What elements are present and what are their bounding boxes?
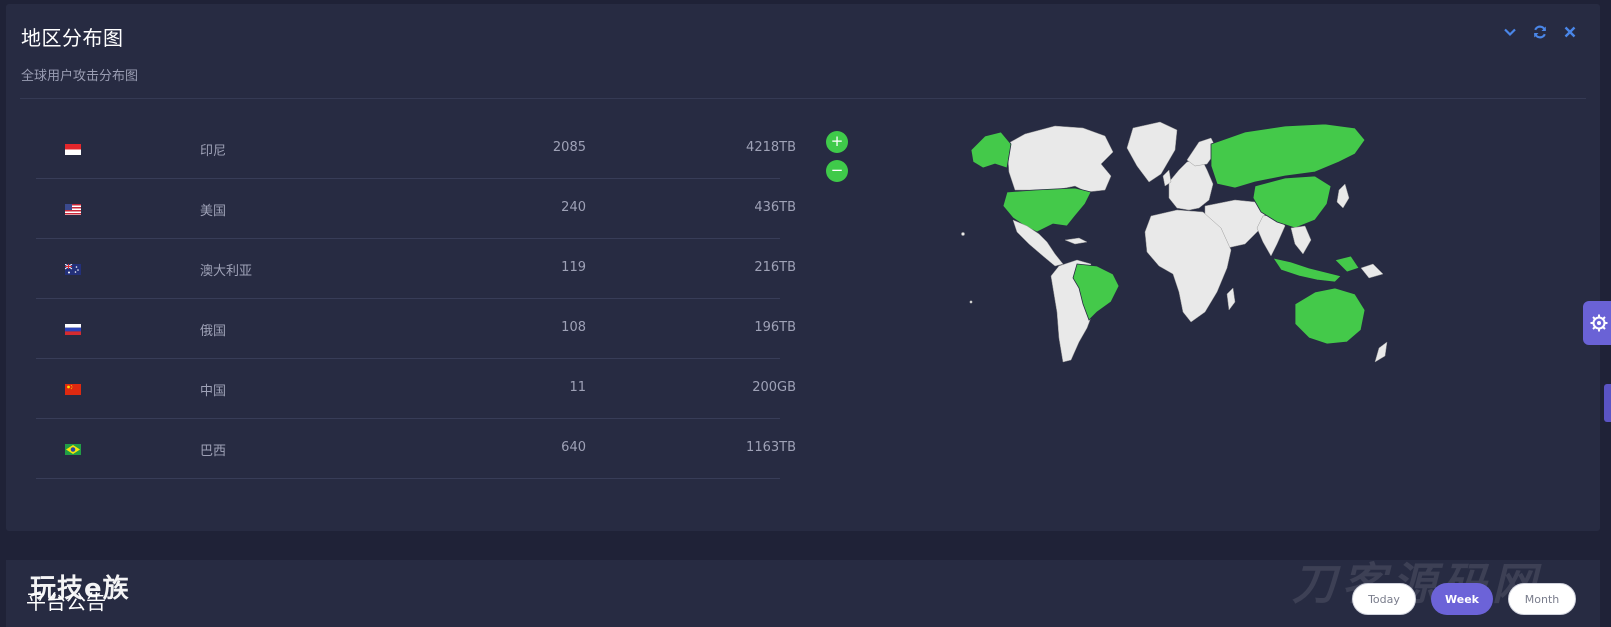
attack-count: 119 [561, 260, 586, 275]
table-row: 巴西 640 1163TB [36, 419, 796, 479]
panel-tools [1502, 24, 1578, 40]
country-name: 俄国 [200, 324, 227, 339]
map-canada [1006, 125, 1114, 193]
table-row: 俄国 108 196TB [36, 299, 796, 359]
indonesia-flag-icon [65, 144, 81, 155]
map-europe [1168, 157, 1214, 211]
settings-side-tab[interactable] [1583, 301, 1611, 345]
panel-subtitle: 全球用户攻击分布图 [21, 69, 139, 84]
usa-flag-icon [65, 204, 81, 215]
time-range-group: Today Week Month [1352, 583, 1576, 615]
country-name: 澳大利亚 [200, 264, 253, 279]
map-caribbean [1064, 237, 1088, 245]
attack-count: 240 [561, 200, 586, 215]
map-indonesia [1272, 257, 1342, 283]
australia-flag-icon [65, 264, 81, 275]
side-tab[interactable] [1604, 384, 1611, 422]
map-new-zealand [1374, 341, 1388, 363]
range-month-button[interactable]: Month [1508, 583, 1576, 615]
traffic-volume: 200GB [752, 380, 796, 395]
attack-count: 11 [569, 380, 586, 395]
region-table: 印尼 2085 4218TB 美国 240 436TB 澳大利亚 119 216… [36, 119, 796, 479]
map-australia [1294, 287, 1366, 345]
map-hawaii [961, 232, 965, 236]
map-pacific-island [969, 300, 973, 304]
map-papua [1360, 263, 1384, 279]
country-name: 印尼 [200, 144, 227, 159]
table-row: 澳大利亚 119 216TB [36, 239, 796, 299]
country-name: 巴西 [200, 444, 227, 459]
world-map [955, 116, 1425, 376]
table-row: 美国 240 436TB [36, 179, 796, 239]
zoom-out-button[interactable]: − [826, 160, 848, 182]
panel-title: 地区分布图 [21, 26, 124, 50]
map-southeast-asia [1290, 225, 1312, 255]
close-icon[interactable] [1562, 24, 1578, 40]
world-map-svg [961, 121, 1388, 363]
russia-flag-icon [65, 324, 81, 335]
map-alaska [970, 131, 1012, 169]
map-japan [1336, 183, 1350, 209]
country-name: 美国 [200, 204, 227, 219]
map-indonesia-east [1334, 255, 1360, 273]
table-row: 中国 11 200GB [36, 359, 796, 419]
brazil-flag-icon [65, 444, 81, 455]
traffic-volume: 4218TB [746, 140, 796, 155]
country-name: 中国 [200, 384, 227, 399]
attack-count: 108 [561, 320, 586, 335]
table-row: 印尼 2085 4218TB [36, 119, 796, 179]
chevron-down-icon[interactable] [1502, 24, 1518, 40]
range-week-button[interactable]: Week [1431, 583, 1493, 615]
refresh-icon[interactable] [1532, 24, 1548, 40]
attack-count: 640 [561, 440, 586, 455]
map-africa [1144, 209, 1232, 323]
range-today-button[interactable]: Today [1352, 583, 1416, 615]
map-madagascar [1226, 287, 1236, 311]
china-flag-icon [65, 384, 81, 395]
attack-count: 2085 [552, 140, 586, 155]
traffic-volume: 196TB [754, 320, 796, 335]
traffic-volume: 1163TB [746, 440, 796, 455]
brand-logo: 玩技e族 [30, 574, 130, 604]
panel-divider [20, 98, 1586, 99]
zoom-in-button[interactable]: + [826, 131, 848, 153]
traffic-volume: 216TB [754, 260, 796, 275]
gear-icon [1590, 314, 1608, 332]
traffic-volume: 436TB [754, 200, 796, 215]
